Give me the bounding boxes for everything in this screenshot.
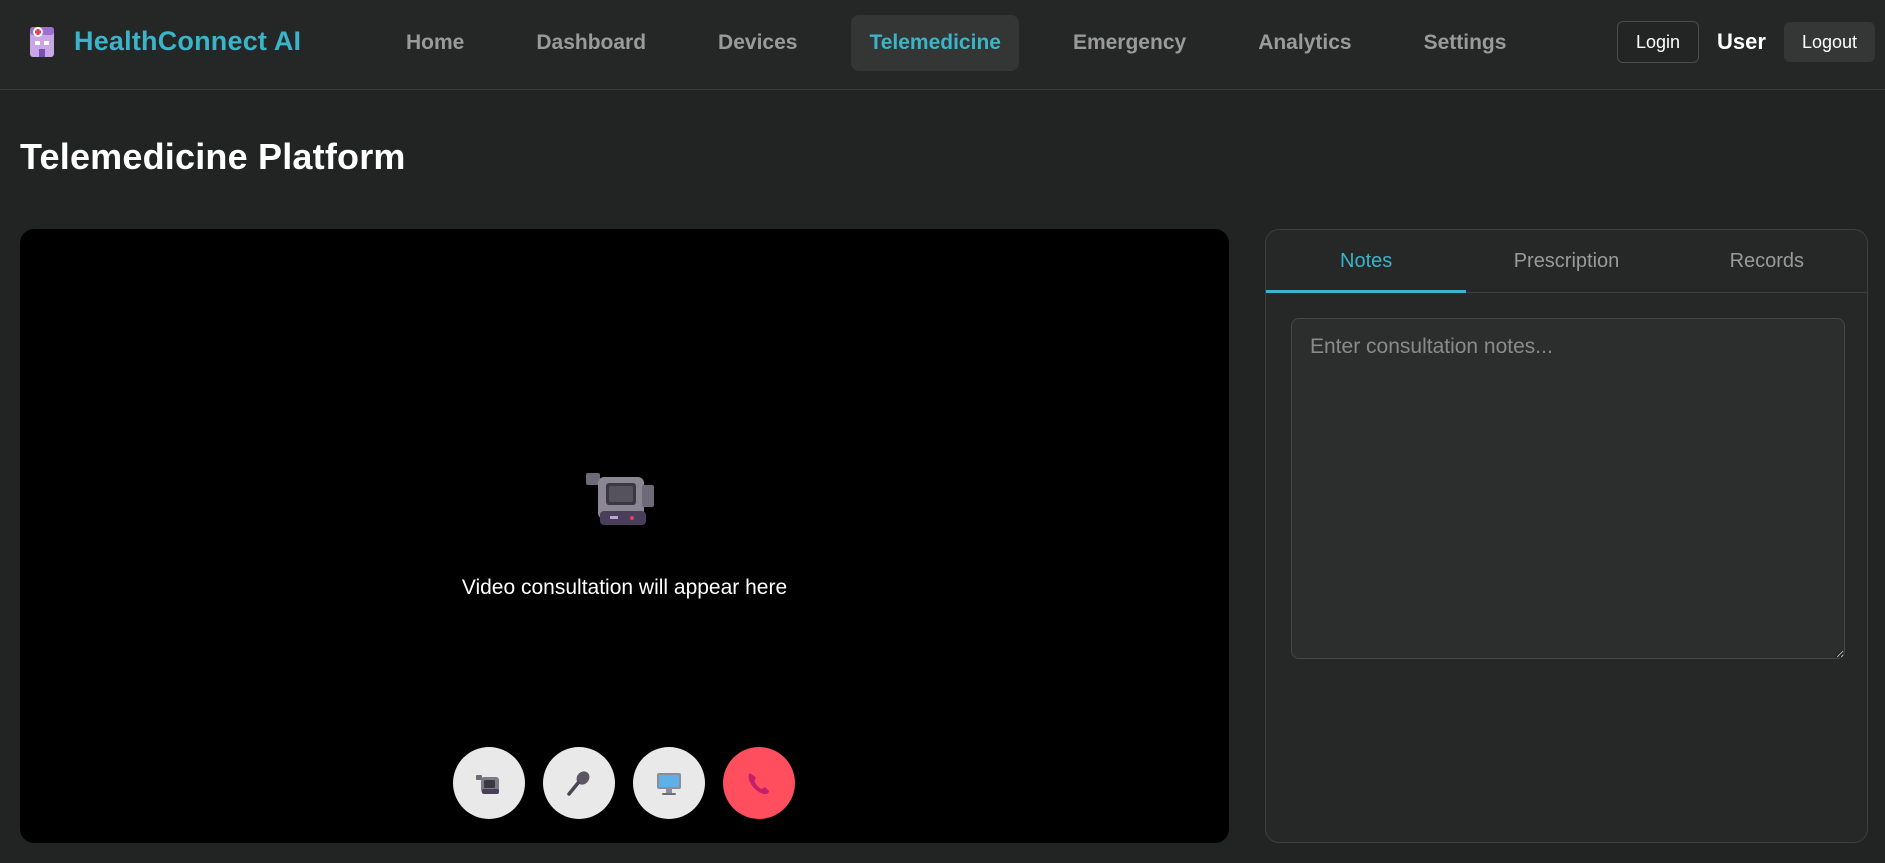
nav-item-analytics[interactable]: Analytics [1240,15,1369,71]
hospital-icon [26,23,58,59]
video-camera-icon [473,767,505,799]
logout-button[interactable]: Logout [1783,22,1875,62]
consultation-notes-input[interactable] [1291,318,1845,659]
tab-prescription[interactable]: Prescription [1466,230,1666,292]
tab-notes[interactable]: Notes [1266,230,1467,293]
end-call-button[interactable] [723,747,795,819]
nav-item-telemedicine[interactable]: Telemedicine [851,15,1019,71]
nav-item-settings[interactable]: Settings [1406,15,1525,71]
side-panel-tabs: Notes Prescription Records [1266,230,1867,293]
call-controls [453,747,795,819]
video-panel: Video consultation will appear here [20,229,1229,843]
phone-icon [743,767,775,799]
video-placeholder-text: Video consultation will appear here [461,576,788,599]
top-navbar: HealthConnect AI Home Dashboard Devices … [0,0,1885,90]
nav-item-emergency[interactable]: Emergency [1055,15,1204,71]
main-nav: Home Dashboard Devices Telemedicine Emer… [388,15,1560,71]
brand-name: HealthConnect AI [74,25,302,56]
camera-toggle-button[interactable] [453,747,525,819]
desktop-icon [653,767,685,799]
page-title: Telemedicine Platform [20,136,406,177]
user-label: User [1717,29,1766,54]
consultation-side-panel: Notes Prescription Records [1265,229,1868,843]
tab-records[interactable]: Records [1667,230,1867,292]
auth-area: Login User Logout [1616,21,1875,63]
login-button[interactable]: Login [1616,21,1700,63]
nav-item-dashboard[interactable]: Dashboard [518,15,664,71]
brand[interactable]: HealthConnect AI [26,22,301,60]
nav-item-home[interactable]: Home [388,15,482,71]
microphone-icon [563,767,595,799]
microphone-toggle-button[interactable] [543,747,615,819]
nav-item-devices[interactable]: Devices [700,15,815,71]
screen-share-button[interactable] [633,747,705,819]
